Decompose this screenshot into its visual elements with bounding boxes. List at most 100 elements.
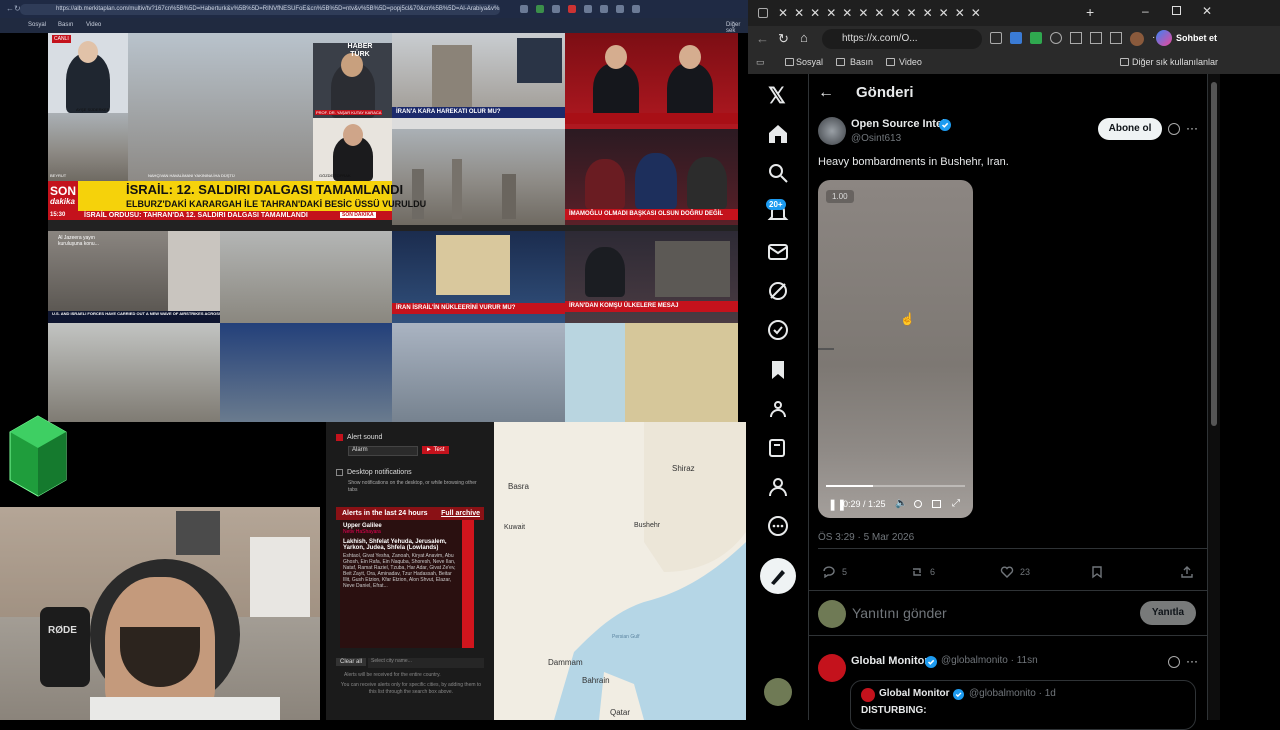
clear-all-button[interactable]: Clear all — [336, 658, 367, 666]
tab-x-icon[interactable]: ✕ — [923, 6, 933, 20]
home-icon[interactable] — [766, 122, 790, 146]
desktop-notif-checkbox[interactable] — [336, 469, 343, 476]
more-icon[interactable] — [766, 514, 790, 538]
author-name[interactable]: Open Source Intel — [851, 118, 945, 130]
share-icon[interactable] — [1180, 565, 1194, 579]
author-handle[interactable]: @Osint613 — [851, 133, 901, 144]
post-video[interactable]: 1.00 ❚❚ 0:29 / 1:25 🔈 ⤢ — [818, 180, 973, 518]
collections-icon[interactable] — [1110, 32, 1122, 44]
tab-x-icon[interactable]: ✕ — [907, 6, 917, 20]
extension-icon[interactable] — [552, 5, 560, 13]
bookmark-sosyal[interactable]: Sosyal — [796, 57, 823, 67]
tab-x-icon[interactable]: ✕ — [826, 6, 836, 20]
studio-tile[interactable]: İRAN'DAN KOMŞU ÜLKELERE MESAJ — [565, 231, 738, 323]
left-address-bar[interactable]: https://alb.merkitaplan.com/multiv/tv?16… — [20, 4, 500, 15]
tab-x-icon[interactable]: ✕ — [890, 6, 900, 20]
skyline-tile[interactable] — [392, 129, 565, 225]
alert-scroll-track[interactable] — [462, 520, 474, 648]
fullscreen-icon[interactable]: ⤢ — [952, 498, 960, 509]
pip-icon[interactable] — [932, 500, 941, 508]
bookmark-basin[interactable]: Basın — [850, 57, 873, 67]
next-author-avatar[interactable] — [818, 654, 846, 682]
extension-icon[interactable] — [520, 5, 528, 13]
extension-icon[interactable] — [584, 5, 592, 13]
webcam-grid-tile[interactable] — [220, 323, 392, 422]
extension-icon[interactable] — [1050, 32, 1062, 44]
cnnturk-tile[interactable]: İMAMOĞLU OLMADI BAŞKASI OLSUN DOĞRU DEĞİ… — [565, 129, 738, 225]
alert-sound-checkbox[interactable] — [336, 434, 343, 441]
tab-x-icon[interactable]: ✕ — [778, 6, 788, 20]
aerial-city-tile[interactable] — [220, 231, 392, 323]
flight-map-tile[interactable] — [565, 323, 738, 422]
back-icon[interactable]: ← — [6, 4, 14, 13]
alarm-select[interactable]: Alarm — [348, 446, 418, 456]
repost-action[interactable]: 6 — [910, 565, 935, 579]
bookmark-sosyal[interactable]: Sosyal — [28, 22, 46, 28]
video-progress-track[interactable] — [826, 485, 965, 487]
compose-post-button[interactable] — [760, 558, 796, 594]
minimize-icon[interactable]: – — [1142, 4, 1149, 18]
maximize-icon[interactable] — [1172, 6, 1181, 15]
tab-x-icon[interactable]: ✕ — [794, 6, 804, 20]
extension-icon[interactable] — [568, 5, 576, 13]
close-window-icon[interactable]: ✕ — [1202, 4, 1212, 18]
reply-button[interactable]: Yanıtla — [1140, 601, 1196, 625]
next-author-handle[interactable]: @globalmonito · 11sn — [941, 655, 1038, 666]
haberturk-tile[interactable]: CANLI AYŞE SÜDERKER PROF. DR. YAŞAR KUTA… — [48, 33, 392, 181]
back-icon[interactable]: ← — [756, 31, 769, 46]
extension-icon[interactable] — [536, 5, 544, 13]
extension-icon[interactable] — [600, 5, 608, 13]
back-arrow-icon[interactable]: ← — [818, 84, 834, 102]
account-avatar[interactable] — [764, 678, 792, 706]
map-news-tile[interactable]: İRAN İSRAİL'İN NÜKLEERİNİ VURUR MU? — [392, 231, 565, 323]
tab-x-icon[interactable]: ✕ — [874, 6, 884, 20]
reload-icon[interactable]: ↻ — [14, 4, 21, 13]
copilot-button[interactable]: Sohbet et — [1156, 30, 1217, 46]
grok-icon[interactable] — [766, 279, 790, 303]
tab-x-icon[interactable]: ✕ — [858, 6, 868, 20]
tab-x-icon[interactable]: ✕ — [939, 6, 949, 20]
al-arabiya-tile[interactable] — [565, 33, 738, 129]
tab-actions-icon[interactable] — [758, 8, 768, 18]
tv-tile-building[interactable]: İRAN'A KARA HAREKATI OLUR MU? — [392, 33, 565, 129]
bookmark-video[interactable]: Video — [899, 57, 922, 67]
x-logo-icon[interactable]: 𝕏 — [768, 83, 786, 109]
other-favorites[interactable]: Diğer sık kullanılanlar — [1132, 57, 1218, 67]
profile-avatar[interactable] — [1130, 32, 1144, 46]
tab-x-icon[interactable]: ✕ — [955, 6, 965, 20]
webcam-grid-tile-2[interactable] — [392, 323, 565, 422]
bookmark-basin[interactable]: Basın — [58, 22, 73, 28]
follow-button[interactable]: Abone ol — [1098, 118, 1162, 140]
post-more-icon[interactable]: ··· — [1186, 121, 1198, 135]
new-tab-icon[interactable]: + — [1086, 4, 1094, 20]
search-icon[interactable] — [766, 161, 790, 185]
messages-icon[interactable] — [766, 240, 790, 264]
extension-icon[interactable] — [1030, 32, 1042, 44]
reply-input[interactable]: Yanıtını gönder — [852, 605, 947, 621]
grok-explain-icon[interactable] — [1168, 123, 1180, 135]
home-icon[interactable]: ⌂ — [800, 30, 808, 45]
address-bar[interactable]: https://x.com/O... — [822, 29, 982, 49]
post-more-icon[interactable]: ··· — [1186, 654, 1198, 668]
bookmarks-toggle-icon[interactable]: ▭ — [756, 57, 765, 68]
extension-icon[interactable] — [990, 32, 1002, 44]
al-jazeera-tile[interactable]: Al Jazeera yayın kuruluşuna konu... U.S.… — [48, 231, 220, 323]
gulf-map[interactable]: Basra Shiraz Kuwait Bushehr Persian Gulf… — [494, 422, 746, 720]
reply-action[interactable]: 5 — [822, 565, 847, 579]
bookmark-video[interactable]: Video — [86, 22, 101, 28]
volume-icon[interactable]: 🔈 — [895, 498, 907, 509]
author-avatar[interactable] — [818, 117, 846, 145]
cityscape-cam-tile[interactable] — [48, 323, 220, 422]
split-view-icon[interactable] — [1070, 32, 1082, 44]
like-action[interactable]: 23 — [1000, 565, 1030, 579]
settings-gear-icon[interactable] — [914, 500, 922, 508]
scrollbar-thumb[interactable] — [1211, 82, 1217, 426]
full-archive-link[interactable]: Full archive — [441, 507, 480, 520]
articles-icon[interactable] — [766, 436, 790, 460]
city-search-input[interactable]: Select city name... — [368, 658, 484, 668]
test-button[interactable]: ► Test — [422, 446, 449, 454]
extension-icon[interactable] — [616, 5, 624, 13]
profile-icon[interactable] — [766, 475, 790, 499]
favorites-icon[interactable] — [1090, 32, 1102, 44]
grok-explain-icon[interactable] — [1168, 656, 1180, 668]
